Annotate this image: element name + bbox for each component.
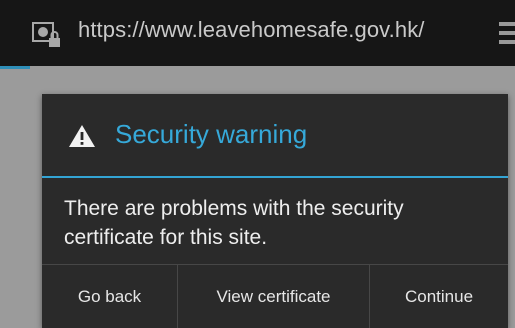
dialog-title: Security warning bbox=[115, 119, 308, 149]
page-load-progress bbox=[0, 66, 30, 69]
browser-screen: https://www.leavehomesafe.gov.hk/ Securi… bbox=[0, 0, 515, 328]
dialog-button-bar: Go back View certificate Continue bbox=[42, 264, 508, 328]
view-certificate-button[interactable]: View certificate bbox=[178, 265, 370, 328]
globe-lock-icon bbox=[32, 22, 60, 47]
security-warning-dialog: Security warning There are problems with… bbox=[42, 94, 508, 328]
overflow-menu-icon[interactable] bbox=[499, 22, 515, 48]
warning-triangle-icon bbox=[69, 125, 95, 147]
dialog-message: There are problems with the security cer… bbox=[64, 197, 404, 249]
url-text[interactable]: https://www.leavehomesafe.gov.hk/ bbox=[78, 17, 425, 43]
go-back-button[interactable]: Go back bbox=[42, 265, 178, 328]
dialog-header: Security warning bbox=[42, 94, 508, 176]
continue-button[interactable]: Continue bbox=[370, 265, 508, 328]
url-bar[interactable]: https://www.leavehomesafe.gov.hk/ bbox=[0, 0, 515, 66]
title-divider bbox=[42, 176, 508, 178]
